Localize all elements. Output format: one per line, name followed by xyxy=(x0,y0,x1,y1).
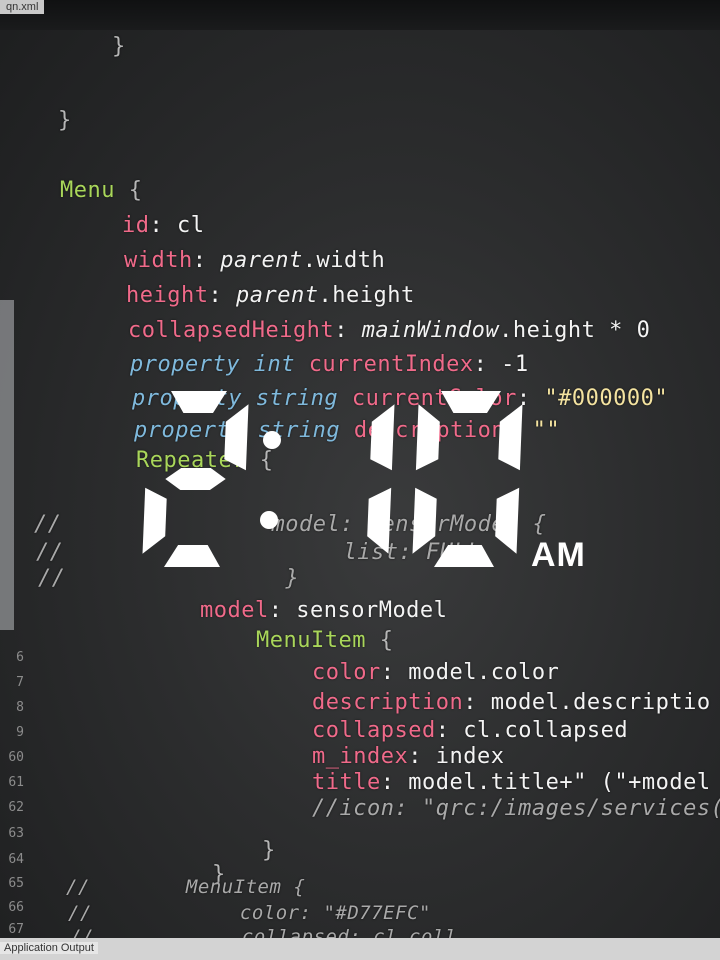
line-number: 64 xyxy=(8,852,24,867)
code-key: collapsedHeight xyxy=(128,318,335,343)
clock-segment-g xyxy=(165,468,226,490)
code-comment: // xyxy=(66,876,90,898)
clock-digit-minute-ones xyxy=(412,391,523,567)
line-number: 60 xyxy=(8,750,24,765)
code-value: : cl xyxy=(149,213,205,238)
clock-segment-d xyxy=(434,545,494,567)
code-line: // color: "#D77EFC" xyxy=(68,902,431,924)
code-value: .width xyxy=(302,248,386,273)
code-line: // MenuItem { xyxy=(66,876,305,898)
photo-of-monitor: qn.xml 6 7 8 9 60 61 62 63 64 65 66 67 }… xyxy=(0,0,720,960)
code-type: MenuItem xyxy=(256,628,366,653)
code-value: parent xyxy=(220,248,303,273)
line-number: 6 xyxy=(16,650,24,665)
code-type: Menu xyxy=(60,178,115,203)
code-comment: MenuItem { xyxy=(185,876,306,898)
line-number: 66 xyxy=(8,900,24,915)
code-value: : -1 xyxy=(473,352,529,377)
code-comment: //icon: "qrc:/images/services( xyxy=(312,796,720,821)
code-key: title xyxy=(312,770,381,795)
line-number: 8 xyxy=(16,700,24,715)
code-line: id: cl xyxy=(122,213,204,238)
code-value: mainWindow xyxy=(361,318,500,343)
code-line: } xyxy=(112,34,126,59)
code-value: : model.descriptio xyxy=(463,690,711,715)
clock-segment-b xyxy=(498,404,523,471)
side-panel-edge xyxy=(0,300,14,630)
code-comment: // xyxy=(38,566,66,591)
line-number: 62 xyxy=(8,800,24,815)
code-line: property int currentIndex: -1 xyxy=(130,352,529,377)
clock-ampm: AM xyxy=(531,536,586,574)
code-value: parent xyxy=(235,283,319,308)
line-number: 67 xyxy=(8,922,24,937)
code-value: .height xyxy=(318,283,415,308)
code-comment: color: "#D77EFC" xyxy=(239,902,431,924)
clock-digit-hour xyxy=(142,391,249,567)
line-number: 65 xyxy=(8,876,24,891)
code-key: m_index xyxy=(312,744,409,769)
clock-segment-a xyxy=(171,391,227,413)
line-number: 7 xyxy=(16,675,24,690)
line-number: 9 xyxy=(16,725,24,740)
code-value: : model.title+" ("+model xyxy=(380,770,711,795)
code-line: } xyxy=(262,838,276,863)
code-key: collapsed xyxy=(312,718,436,743)
clock-segment-e xyxy=(142,487,167,554)
editor-tab-bar xyxy=(0,0,720,30)
clock-segment-d xyxy=(164,545,220,567)
code-line: MenuItem { xyxy=(256,628,393,653)
clock-segment-a xyxy=(441,391,501,413)
code-comment: // xyxy=(68,902,92,924)
code-line: collapsedHeight: mainWindow.height * 0 xyxy=(128,318,651,343)
code-key: width xyxy=(124,248,193,273)
clock-segment-b xyxy=(370,404,395,471)
editor-file-tab[interactable]: qn.xml xyxy=(0,0,45,14)
code-value: : cl.collapsed xyxy=(435,718,629,743)
code-brace: { xyxy=(114,178,143,203)
clock-colon-icon xyxy=(260,431,281,529)
code-value: : index xyxy=(408,744,505,769)
code-line: width: parent.width xyxy=(124,248,386,273)
code-keyword: property int xyxy=(130,352,309,377)
clock-segment-c xyxy=(495,487,520,554)
code-brace: { xyxy=(365,628,394,653)
code-line: model: sensorModel xyxy=(200,598,447,623)
clock-segment-c xyxy=(367,487,392,554)
clock-segment-f xyxy=(415,404,440,471)
code-line: m_index: index xyxy=(312,744,504,769)
code-line: collapsed: cl.collapsed xyxy=(312,718,628,743)
code-value: .height * 0 xyxy=(499,318,651,343)
line-number: 61 xyxy=(8,775,24,790)
code-value: : model.color xyxy=(380,660,560,685)
code-comment: // xyxy=(36,540,64,565)
code-key: color xyxy=(312,660,381,685)
code-line: } xyxy=(58,108,72,133)
line-number-gutter: 6 7 8 9 60 61 62 63 64 65 66 67 xyxy=(0,630,28,937)
code-value: : sensorModel xyxy=(268,598,448,623)
code-line: height: parent.height xyxy=(126,283,415,308)
code-key: description xyxy=(312,690,464,715)
code-key: currentIndex xyxy=(308,352,474,377)
code-line: Menu { xyxy=(60,178,142,203)
code-key: id xyxy=(122,213,150,238)
editor-status-bar xyxy=(0,938,720,960)
clock-segment-e xyxy=(412,487,437,554)
code-key: model xyxy=(200,598,269,623)
clock-segment-b xyxy=(224,404,249,471)
clock-digit-minute-tens xyxy=(367,404,395,554)
code-comment: // xyxy=(34,512,62,537)
code-line: title: model.title+" ("+model xyxy=(312,770,711,795)
application-output-tab[interactable]: Application Output xyxy=(0,942,98,954)
code-line: description: model.descriptio xyxy=(312,690,711,715)
code-line: color: model.color xyxy=(312,660,559,685)
line-number: 63 xyxy=(8,826,24,841)
code-key: height xyxy=(126,283,209,308)
